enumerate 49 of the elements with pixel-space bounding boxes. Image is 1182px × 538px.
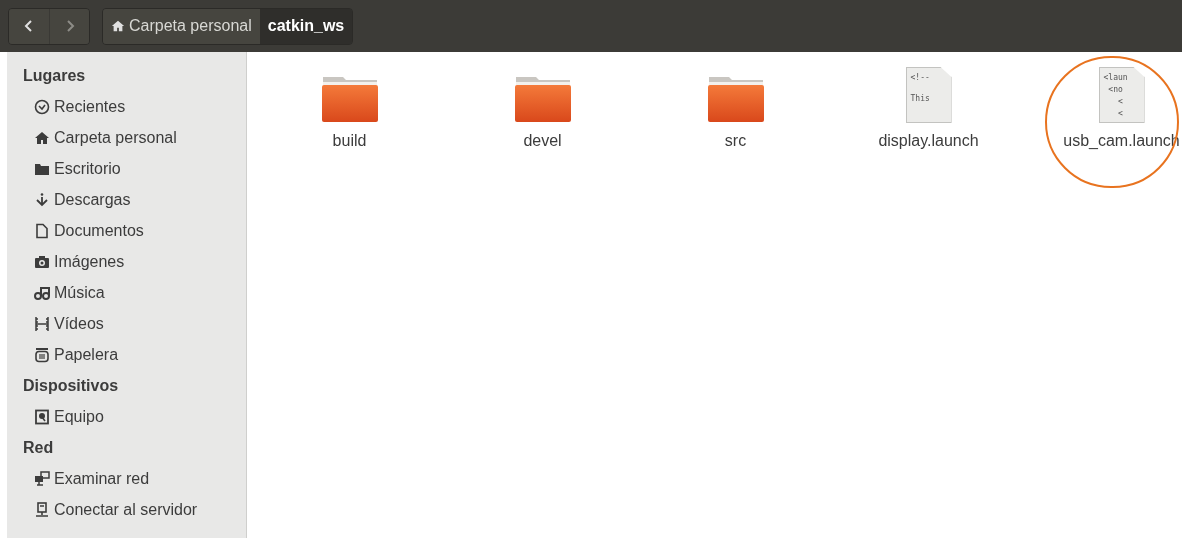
- file-item[interactable]: src: [639, 65, 832, 153]
- sidebar-item[interactable]: Carpeta personal: [23, 122, 246, 153]
- section-heading: Red: [23, 438, 55, 458]
- file-item[interactable]: build: [253, 65, 446, 153]
- back-button[interactable]: [9, 8, 49, 44]
- file-preview-text: <no: [1107, 84, 1124, 95]
- back-icon: [23, 19, 35, 33]
- network-icon: [34, 470, 50, 487]
- file-item[interactable]: <!-- This display.launch: [832, 65, 1025, 153]
- file-item[interactable]: devel: [446, 65, 639, 153]
- file-name: devel: [523, 131, 562, 151]
- sidebar-item[interactable]: Papelera: [23, 339, 246, 370]
- camera-icon: [34, 253, 50, 270]
- forward-button[interactable]: [49, 8, 89, 44]
- music-icon: [34, 284, 50, 301]
- document-icon: [34, 222, 50, 239]
- trash-icon: [34, 346, 50, 363]
- path-button[interactable]: Carpeta personal: [103, 8, 260, 44]
- sidebar-item[interactable]: Vídeos: [23, 308, 246, 339]
- file-preview-text: <: [1116, 96, 1124, 107]
- home-icon: [34, 129, 50, 146]
- sidebar-item[interactable]: Descargas: [23, 184, 246, 215]
- file-preview-text: <: [1116, 108, 1124, 119]
- sidebar-item[interactable]: Examinar red: [23, 463, 246, 494]
- sidebar-item[interactable]: Música: [23, 277, 246, 308]
- file-preview-text: <!--: [910, 72, 931, 83]
- section-heading: Lugares: [23, 66, 87, 86]
- film-icon: [34, 315, 50, 332]
- sidebar-item[interactable]: Equipo: [23, 401, 246, 432]
- file-name: src: [724, 131, 747, 151]
- folder-icon: [320, 75, 379, 123]
- sidebar-item[interactable]: Escritorio: [23, 153, 246, 184]
- folder-icon: [513, 75, 572, 123]
- download-icon: [34, 191, 50, 208]
- home-icon: [111, 19, 125, 33]
- sidebar-item[interactable]: Documentos: [23, 215, 246, 246]
- drive-icon: [34, 408, 50, 425]
- file-name: display.launch: [878, 131, 979, 151]
- sidebar-item[interactable]: Conectar al servidor: [23, 494, 246, 525]
- path-button[interactable]: catkin_ws: [259, 8, 353, 44]
- sidebar-item[interactable]: Recientes: [23, 91, 246, 122]
- file-preview-text: This: [910, 93, 931, 104]
- section-heading: Dispositivos: [23, 376, 120, 396]
- file-name: build: [332, 131, 367, 151]
- folder-icon: [706, 75, 765, 123]
- sidebar-item[interactable]: Imágenes: [23, 246, 246, 277]
- server-icon: [34, 501, 50, 518]
- clock-icon: [34, 98, 50, 115]
- file-preview-text: <laun: [1103, 72, 1129, 83]
